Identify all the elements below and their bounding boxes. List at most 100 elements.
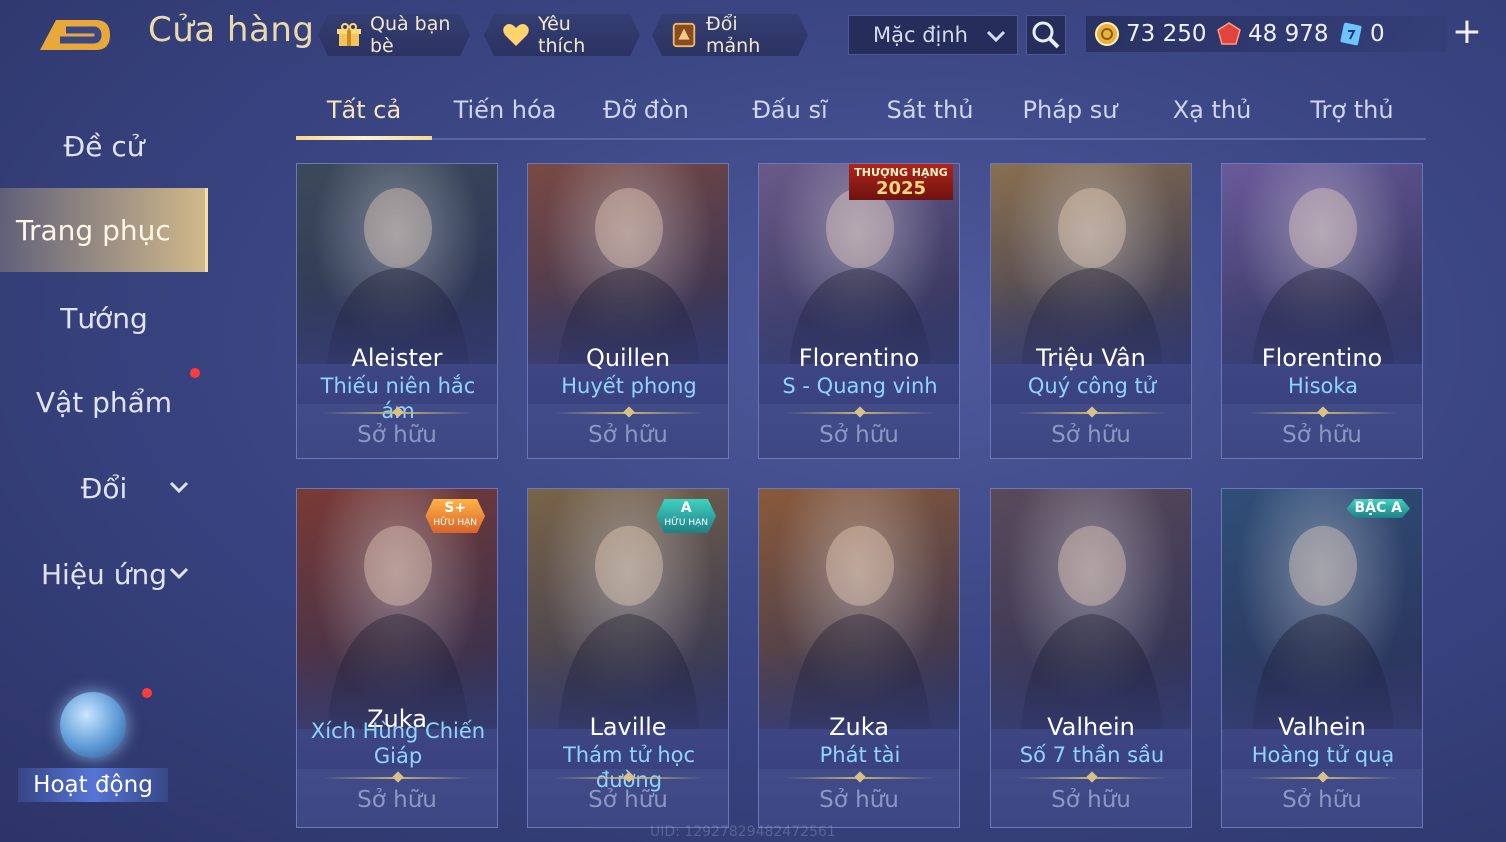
- sidebar-item-exchange[interactable]: Đổi: [0, 458, 208, 518]
- gold-coin-icon: [1095, 22, 1119, 46]
- sidebar-item-label: Trang phục: [16, 213, 171, 247]
- add-currency-button[interactable]: +: [1448, 14, 1486, 52]
- card-divider: [1248, 777, 1398, 779]
- skin-name: Hoàng tử quạ: [1251, 743, 1395, 767]
- gift-icon: [336, 21, 362, 49]
- active-tab-indicator: [296, 136, 432, 140]
- card-divider: [554, 412, 704, 414]
- skin-card[interactable]: Quillen Huyết phong Sở hữu: [527, 163, 729, 459]
- chevron-down-icon: [169, 481, 189, 494]
- voucher-icon: [1340, 22, 1362, 46]
- skin-card[interactable]: S+ HỮU HẠN Zuka Xích Hùng Chiến Giáp Sở hữu: [296, 488, 498, 828]
- voucher-currency: 0: [1338, 18, 1385, 50]
- sidebar-item-skins[interactable]: Trang phục: [0, 188, 208, 272]
- page-title: Cửa hàng: [148, 10, 315, 50]
- owned-status: Sở hữu: [357, 787, 437, 813]
- skin-name: Quý công tử: [1027, 374, 1157, 398]
- chevron-down-icon: [986, 30, 1006, 43]
- sidebar-item-heroes[interactable]: Tướng: [0, 288, 208, 348]
- gold-amount: 73 250: [1126, 21, 1207, 47]
- gold-currency: 73 250: [1094, 18, 1206, 50]
- skin-card[interactable]: Florentino Hisoka Sở hữu: [1221, 163, 1423, 459]
- owned-status: Sở hữu: [588, 787, 668, 813]
- tier-badge-label: BẬC A: [1354, 500, 1402, 516]
- voucher-amount: 0: [1370, 21, 1385, 47]
- skin-card[interactable]: Zuka Phát tài Sở hữu: [758, 488, 960, 828]
- plus-icon: +: [1451, 11, 1483, 52]
- card-divider: [554, 777, 704, 779]
- sidebar-item-label: Đề cử: [63, 129, 145, 163]
- sidebar-item-label: Đổi: [80, 471, 128, 505]
- hero-name: Florentino: [1261, 344, 1383, 372]
- sidebar-item-items[interactable]: Vật phẩm: [0, 372, 208, 432]
- skin-name: Số 7 thần sầu: [1019, 743, 1165, 767]
- sidebar-item-label: Vật phẩm: [35, 385, 173, 419]
- card-divider: [1248, 412, 1398, 414]
- rank-ribbon-badge: THƯỢNG HẠNG 2025: [849, 164, 953, 200]
- skin-card[interactable]: THƯỢNG HẠNG 2025 Florentino S - Quang vinh S…: [758, 163, 960, 459]
- skin-card[interactable]: A HỮU HẠN LavilleThám tử học đườngSở hữu: [527, 488, 729, 828]
- tab-mage[interactable]: Pháp sư: [1010, 96, 1130, 124]
- ribbon-year: 2025: [875, 178, 927, 199]
- ruby-icon: [1217, 22, 1241, 45]
- owned-status: Sở hữu: [357, 422, 437, 448]
- hero-name: Valhein: [1047, 713, 1135, 741]
- owned-status: Sở hữu: [1051, 787, 1131, 813]
- owned-status: Sở hữu: [1282, 422, 1362, 448]
- owned-status: Sở hữu: [819, 787, 899, 813]
- shard-exchange-button[interactable]: Đổi mảnh: [652, 14, 808, 56]
- card-divider: [785, 777, 935, 779]
- tier-badge-sublabel: HỮU HẠN: [664, 518, 708, 528]
- back-arrow-icon: [40, 20, 110, 50]
- tab-marksman[interactable]: Xạ thủ: [1152, 96, 1272, 124]
- tab-fighter[interactable]: Đấu sĩ: [730, 96, 850, 124]
- tab-tank[interactable]: Đỡ đòn: [586, 96, 706, 124]
- card-divider: [1017, 777, 1167, 779]
- favorite-button[interactable]: Yêu thích: [484, 14, 640, 56]
- hero-name: Triệu Vân: [1036, 344, 1146, 372]
- sidebar-item-effects[interactable]: Hiệu ứng: [0, 544, 208, 604]
- owned-status: Sở hữu: [1051, 422, 1131, 448]
- uid-watermark: UID: 1292782948247256​1: [650, 824, 836, 840]
- tab-assassin[interactable]: Sát thủ: [870, 96, 990, 124]
- tab-all[interactable]: Tất cả: [296, 96, 432, 124]
- event-button[interactable]: Hoạt động: [18, 692, 168, 812]
- sidebar-item-recommended[interactable]: Đề cử: [0, 116, 208, 176]
- heart-icon: [502, 21, 530, 49]
- sort-dropdown[interactable]: Mặc định: [848, 15, 1018, 55]
- skin-name: Phát tài: [819, 743, 901, 767]
- skin-card[interactable]: Triệu Vân Quý công tử Sở hữu: [990, 163, 1192, 459]
- owned-status: Sở hữu: [819, 422, 899, 448]
- back-button[interactable]: [36, 14, 116, 54]
- skin-name: Hisoka: [1287, 374, 1359, 398]
- top-bar: Cửa hàng Quà bạn bè Yêu thích Đổi mảnh M…: [0, 0, 1506, 70]
- skin-card[interactable]: BẬC A Valhein Hoàng tử quạ Sở hữu: [1221, 488, 1423, 828]
- tier-badge: BẬC A: [1347, 499, 1411, 518]
- tab-support[interactable]: Trợ thủ: [1292, 96, 1412, 124]
- friend-gift-label: Quà bạn bè: [370, 13, 451, 57]
- tier-badge: A HỮU HẠN: [656, 499, 716, 533]
- hero-name: Zuka: [829, 713, 889, 741]
- category-tabs: Tất cả Tiến hóa Đỡ đòn Đấu sĩ Sát thủ Ph…: [296, 90, 1426, 140]
- card-divider: [323, 412, 473, 414]
- notification-dot: [190, 368, 200, 378]
- skin-card[interactable]: Valhein Số 7 thần sầu Sở hữu: [990, 488, 1192, 828]
- event-orb-icon: [60, 692, 126, 758]
- hero-name: Valhein: [1278, 713, 1366, 741]
- friend-gift-button[interactable]: Quà bạn bè: [318, 14, 470, 56]
- card-divider: [1017, 412, 1167, 414]
- tier-badge-label: S+: [444, 500, 467, 516]
- ruby-currency: 48 978: [1216, 18, 1328, 50]
- event-label: Hoạt động: [18, 768, 168, 802]
- tier-badge: S+ HỮU HẠN: [425, 499, 485, 533]
- tab-evolution[interactable]: Tiến hóa: [442, 96, 568, 124]
- skin-name: Huyết phong: [561, 374, 697, 398]
- sidebar-item-label: Hiệu ứng: [41, 557, 167, 591]
- ruby-amount: 48 978: [1248, 21, 1329, 47]
- hero-name: Quillen: [585, 344, 671, 372]
- shard-card-icon: [670, 21, 698, 49]
- search-button[interactable]: [1026, 15, 1066, 55]
- tier-badge-label: A: [680, 500, 692, 516]
- skin-card[interactable]: AleisterThiếu niên hắc ámSở hữu: [296, 163, 498, 459]
- owned-status: Sở hữu: [588, 422, 668, 448]
